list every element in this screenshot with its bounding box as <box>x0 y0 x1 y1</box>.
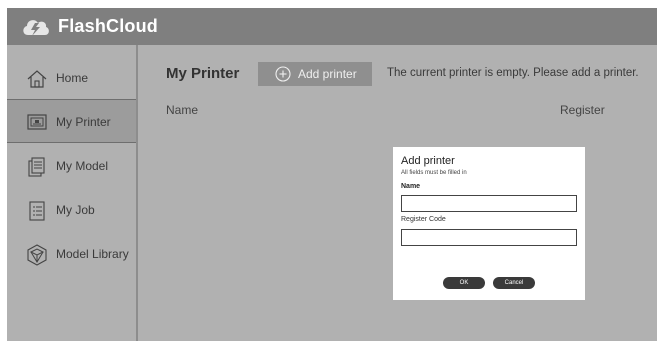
add-printer-label: Add printer <box>298 67 357 81</box>
printer-icon <box>27 114 47 130</box>
job-list-icon <box>29 201 45 221</box>
top-bar: FlashCloud <box>7 8 657 45</box>
page-title: My Printer <box>166 65 240 82</box>
register-code-label: Register Code <box>401 216 446 223</box>
ok-button[interactable]: OK <box>443 277 485 289</box>
add-printer-button[interactable]: Add printer <box>258 62 372 86</box>
app-brand: FlashCloud <box>58 16 158 36</box>
register-code-field[interactable] <box>401 229 577 246</box>
sidebar-item-model-library[interactable]: Model Library <box>7 233 136 277</box>
app-window: FlashCloud Home My Printer My Model My J… <box>7 8 657 341</box>
sidebar-item-my-job[interactable]: My Job <box>7 189 136 233</box>
column-header-register: Register <box>560 103 605 117</box>
sidebar-item-my-model[interactable]: My Model <box>7 145 136 189</box>
sidebar: Home My Printer My Model My Job Model Li… <box>7 45 138 341</box>
sidebar-item-label: Model Library <box>56 247 129 261</box>
dialog-hint: All fields must be filled in <box>401 170 467 176</box>
sidebar-item-label: My Printer <box>56 115 111 129</box>
sidebar-item-my-printer[interactable]: My Printer <box>7 99 136 143</box>
column-header-name: Name <box>166 103 199 117</box>
cancel-button[interactable]: Cancel <box>493 277 535 289</box>
flashcloud-logo-icon <box>23 20 49 36</box>
empty-printer-message: The current printer is empty. Please add… <box>387 67 639 79</box>
sidebar-item-label: My Job <box>56 203 95 217</box>
add-printer-dialog: Add printer All fields must be filled in… <box>393 147 585 300</box>
model-icon <box>28 157 45 177</box>
home-icon <box>27 70 47 88</box>
model-library-icon <box>27 244 47 266</box>
plus-circle-icon <box>275 66 291 82</box>
dialog-title: Add printer <box>401 155 455 167</box>
sidebar-item-label: My Model <box>56 159 109 173</box>
name-field[interactable] <box>401 195 577 212</box>
sidebar-item-home[interactable]: Home <box>7 57 136 101</box>
sidebar-item-label: Home <box>56 71 89 85</box>
name-label: Name <box>401 183 421 190</box>
